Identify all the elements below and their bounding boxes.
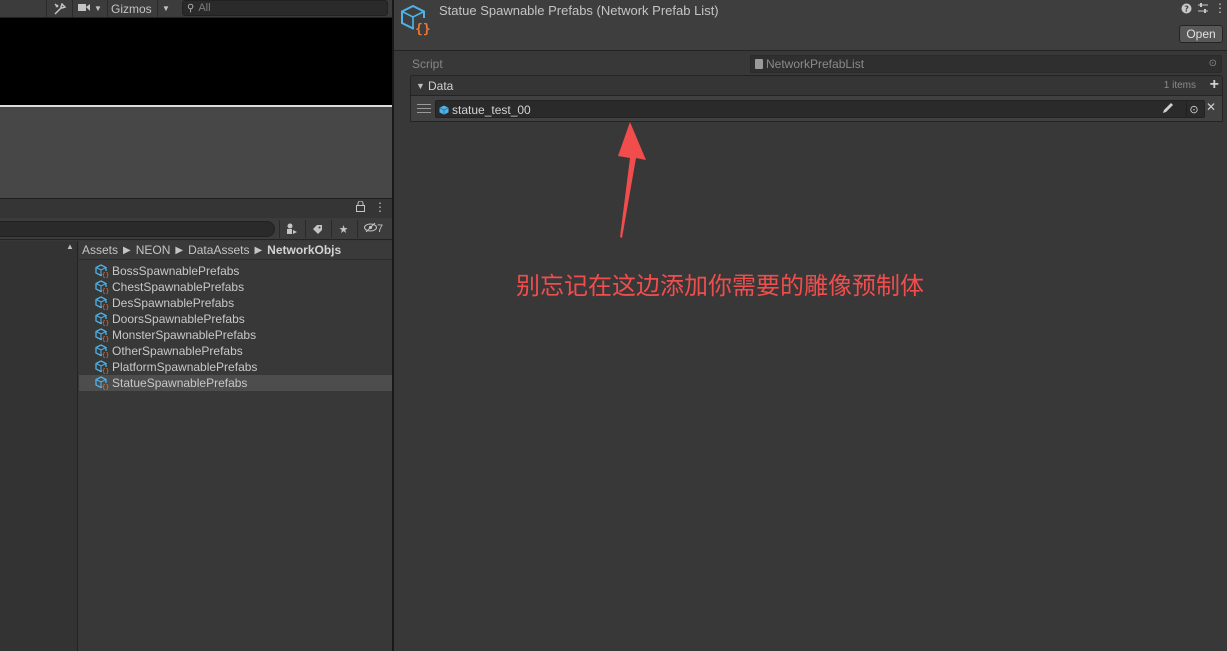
- open-button[interactable]: Open: [1179, 25, 1223, 43]
- scriptable-object-icon: {}: [95, 264, 109, 279]
- list-item[interactable]: {} OtherSpawnablePrefabs: [79, 343, 392, 359]
- scene-view: ▼ Gizmos ▼ ⚲ All: [0, 0, 392, 198]
- scriptable-object-icon: {}: [95, 344, 109, 359]
- camera-icon: [78, 3, 91, 15]
- gizmos-dropdown[interactable]: ▼: [157, 0, 174, 17]
- script-object-field[interactable]: NetworkPrefabList ⊙: [750, 55, 1222, 73]
- asset-name: OtherSpawnablePrefabs: [112, 344, 243, 358]
- foldout-arrow-icon[interactable]: ▼: [416, 81, 425, 91]
- asset-name: PlatformSpawnablePrefabs: [112, 360, 258, 374]
- eye-slash-icon: [363, 222, 377, 235]
- svg-text:?: ?: [1184, 5, 1189, 14]
- data-list-body: statue_test_00 ⊙ ✕: [410, 96, 1223, 122]
- gizmos-button[interactable]: Gizmos: [107, 0, 157, 17]
- pencil-icon[interactable]: [1162, 102, 1174, 117]
- project-toolbar: ★ 7: [0, 218, 392, 240]
- drag-handle-icon[interactable]: [417, 104, 431, 113]
- svg-text:{}: {}: [102, 272, 109, 278]
- annotation-text: 别忘记在这边添加你需要的雕像预制体: [516, 272, 924, 300]
- svg-text:{}: {}: [415, 22, 431, 36]
- chevron-right-icon: ▶: [123, 244, 131, 256]
- asset-name: DoorsSpawnablePrefabs: [112, 312, 245, 326]
- list-item[interactable]: {} ChestSpawnablePrefabs: [79, 279, 392, 295]
- tools-icon[interactable]: [46, 0, 72, 17]
- label-icon[interactable]: [305, 220, 329, 238]
- script-property-row: Script NetworkPrefabList ⊙: [410, 55, 1222, 73]
- folder-tree-pane[interactable]: ▲: [0, 241, 78, 651]
- script-label: Script: [412, 57, 443, 71]
- scriptable-object-icon: {}: [95, 328, 109, 343]
- object-picker-icon[interactable]: ⊙: [1209, 58, 1217, 69]
- svg-text:{}: {}: [102, 384, 109, 390]
- scene-search-placeholder: All: [198, 2, 211, 14]
- list-item[interactable]: {} DesSpawnablePrefabs: [79, 295, 392, 311]
- svg-text:{}: {}: [102, 288, 109, 294]
- list-item[interactable]: {} BossSpawnablePrefabs: [79, 263, 392, 279]
- hidden-packages-button[interactable]: 7: [357, 220, 389, 238]
- search-by-type-icon[interactable]: [279, 220, 303, 238]
- help-icon[interactable]: ?: [1181, 3, 1192, 17]
- breadcrumb-item[interactable]: DataAssets: [188, 243, 249, 257]
- prefab-icon: [439, 105, 449, 115]
- inspector-window: {} Statue Spawnable Prefabs (Network Pre…: [394, 0, 1227, 651]
- asset-name: DesSpawnablePrefabs: [112, 296, 235, 310]
- project-window: ⋮ ★ 7 ▲ Assets ▶ NEON ▶ DataAssets ▶ Net…: [0, 198, 392, 651]
- project-search-input[interactable]: [0, 221, 275, 237]
- scene-viewport[interactable]: [0, 18, 392, 107]
- breadcrumb-item[interactable]: Assets: [82, 243, 118, 257]
- breadcrumb: Assets ▶ NEON ▶ DataAssets ▶ NetworkObjs: [79, 241, 392, 260]
- scriptable-object-icon: {}: [95, 296, 109, 311]
- scriptable-object-icon: {}: [95, 360, 109, 375]
- svg-text:{}: {}: [102, 352, 109, 358]
- svg-text:{}: {}: [102, 320, 109, 326]
- more-options-icon[interactable]: ⋮: [1214, 1, 1226, 15]
- svg-text:{}: {}: [102, 336, 109, 342]
- scriptable-object-icon: {}: [95, 376, 109, 391]
- svg-text:{}: {}: [102, 368, 109, 374]
- script-file-icon: [755, 59, 763, 69]
- asset-list: {} BossSpawnablePrefabs {} ChestSpawnabl…: [79, 263, 392, 391]
- hidden-count: 7: [376, 223, 384, 235]
- lock-icon[interactable]: [356, 200, 365, 215]
- breadcrumb-current[interactable]: NetworkObjs: [267, 243, 341, 257]
- script-value: NetworkPrefabList: [766, 57, 865, 71]
- object-picker-icon[interactable]: ⊙: [1186, 102, 1201, 117]
- scroll-up-arrow-icon[interactable]: ▲: [66, 242, 74, 251]
- annotation-arrow: [618, 122, 646, 238]
- breadcrumb-item[interactable]: NEON: [136, 243, 171, 257]
- asset-name: BossSpawnablePrefabs: [112, 264, 240, 278]
- scene-toolbar: ▼ Gizmos ▼ ⚲ All: [0, 0, 392, 18]
- chevron-down-icon: ▼: [94, 4, 102, 13]
- project-header: ⋮: [0, 199, 392, 218]
- more-options-icon[interactable]: ⋮: [374, 200, 386, 214]
- list-item[interactable]: {} MonsterSpawnablePrefabs: [79, 327, 392, 343]
- element-object-field[interactable]: statue_test_00 ⊙: [435, 100, 1205, 118]
- scene-search-input[interactable]: ⚲ All: [182, 0, 388, 16]
- add-item-icon[interactable]: +: [1210, 76, 1219, 94]
- asset-name: MonsterSpawnablePrefabs: [112, 328, 257, 342]
- svg-text:{}: {}: [102, 304, 109, 310]
- data-label: Data: [428, 79, 454, 93]
- scriptable-object-icon: {}: [95, 312, 109, 327]
- list-item[interactable]: {} DoorsSpawnablePrefabs: [79, 311, 392, 327]
- element-value: statue_test_00: [452, 103, 531, 117]
- star-icon[interactable]: ★: [331, 220, 355, 238]
- chevron-right-icon: ▶: [175, 244, 184, 256]
- data-list-header[interactable]: ▼ Data 1 items +: [410, 75, 1223, 96]
- presets-icon[interactable]: [1197, 2, 1209, 17]
- chevron-right-icon: ▶: [254, 244, 263, 256]
- inspector-header: {} Statue Spawnable Prefabs (Network Pre…: [394, 0, 1227, 51]
- scriptable-object-icon: {}: [95, 280, 109, 295]
- camera-dropdown[interactable]: ▼: [72, 0, 107, 17]
- asset-name: ChestSpawnablePrefabs: [112, 280, 245, 294]
- inspector-title: Statue Spawnable Prefabs (Network Prefab…: [439, 3, 719, 18]
- search-icon: ⚲: [187, 2, 195, 14]
- list-item-selected[interactable]: {} StatueSpawnablePrefabs: [79, 375, 392, 391]
- asset-name: StatueSpawnablePrefabs: [112, 376, 248, 390]
- list-item[interactable]: {} PlatformSpawnablePrefabs: [79, 359, 392, 375]
- chevron-down-icon: ▼: [162, 4, 170, 13]
- scriptable-object-icon: {}: [401, 4, 432, 36]
- remove-item-icon[interactable]: ✕: [1206, 100, 1216, 114]
- items-count: 1 items: [1163, 80, 1196, 91]
